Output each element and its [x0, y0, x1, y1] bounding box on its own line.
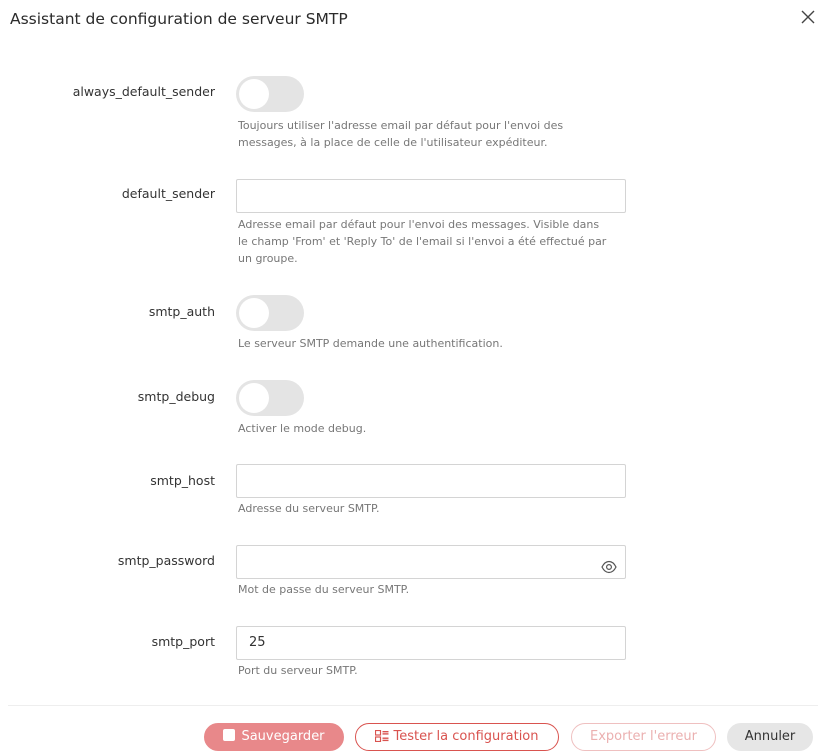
smtp-port-help: Port du serveur SMTP. — [238, 664, 358, 677]
always-default-sender-label: always_default_sender — [72, 84, 215, 99]
always-default-sender-help: Toujours utiliser l'adresse email par dé… — [238, 119, 564, 149]
save-button[interactable]: Sauvegarder — [204, 723, 344, 751]
cancel-button[interactable]: Annuler — [727, 723, 813, 751]
toggle-knob — [239, 298, 269, 328]
smtp-password-help: Mot de passe du serveur SMTP. — [238, 583, 410, 596]
test-configuration-label: Tester la configuration — [393, 729, 539, 744]
always-default-sender-toggle[interactable] — [236, 76, 304, 112]
list-icon — [375, 726, 389, 752]
smtp-host-input[interactable] — [236, 464, 626, 498]
smtp-debug-toggle[interactable] — [236, 380, 304, 416]
default-sender-label: default_sender — [121, 186, 215, 201]
smtp-host-label: smtp_host — [150, 473, 215, 488]
smtp-debug-help: Activer le mode debug. — [238, 422, 367, 435]
default-sender-input[interactable] — [236, 179, 626, 213]
smtp-password-label: smtp_password — [117, 553, 215, 568]
save-icon — [223, 729, 236, 741]
eye-icon[interactable] — [601, 555, 617, 574]
default-sender-help: Adresse email par défaut pour l'envoi de… — [238, 218, 607, 265]
export-error-button[interactable]: Exporter l'erreur — [571, 723, 716, 751]
toggle-knob — [239, 383, 269, 413]
smtp-password-input[interactable] — [236, 545, 626, 579]
smtp-host-help: Adresse du serveur SMTP. — [238, 502, 380, 515]
dialog-title: Assistant de configuration de serveur SM… — [10, 10, 348, 28]
footer-divider — [8, 705, 818, 706]
smtp-port-label: smtp_port — [151, 634, 215, 649]
close-icon[interactable] — [799, 8, 817, 26]
smtp-debug-label: smtp_debug — [137, 389, 215, 404]
smtp-auth-label: smtp_auth — [148, 304, 215, 319]
save-button-label: Sauvegarder — [241, 729, 325, 744]
test-configuration-button[interactable]: Tester la configuration — [355, 723, 559, 751]
smtp-port-input[interactable]: 25 — [236, 626, 626, 660]
toggle-knob — [239, 79, 269, 109]
smtp-auth-help: Le serveur SMTP demande une authentifica… — [238, 337, 503, 350]
smtp-auth-toggle[interactable] — [236, 295, 304, 331]
